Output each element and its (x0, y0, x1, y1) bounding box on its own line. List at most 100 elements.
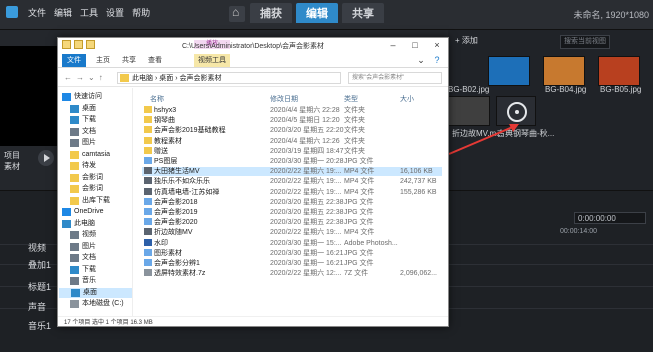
nav-item[interactable]: 下载 (70, 115, 96, 125)
file-date: 2020/2/22 星期六 12:... (270, 270, 342, 278)
nav-item[interactable]: 桌面 (70, 104, 96, 114)
ribbon-tab-home[interactable]: 主页 (92, 54, 114, 67)
nav-item-label: 会影词 (82, 173, 103, 181)
folder-icon (70, 162, 79, 170)
file-date: 2020/3/20 星期五 22:20 (270, 127, 344, 135)
file-row[interactable]: 图形素材 2020/3/30 星期一 16:21 JPG 文件 (142, 248, 442, 258)
column-header-name[interactable]: 名称 (150, 94, 164, 104)
navigation-pane: 快速访问 桌面 下载 文档 图片 camtasia 待发 会影词 会影词 出库下载 OneDrive… (58, 88, 133, 316)
status-bar: 17 个项目 选中 1 个项目 16.3 MB (58, 316, 448, 326)
home-icon[interactable] (229, 5, 245, 22)
address-bar[interactable]: 此电脑 › 桌面 › 会声会影素材 (117, 72, 341, 84)
nav-arrows: ← → ⌄ ↑ (64, 73, 103, 82)
file-row[interactable]: 赠送 2020/3/19 星期四 18:47 文件夹 (142, 146, 442, 156)
track-label-overlay[interactable]: 叠加1 (10, 258, 56, 272)
file-name: 独乐乐不如众乐乐 (154, 178, 210, 186)
close-icon[interactable]: × (426, 38, 448, 52)
new-folder-icon[interactable] (86, 40, 95, 49)
tab-edit[interactable]: 编辑 (296, 3, 338, 23)
nav-item[interactable]: OneDrive (62, 207, 104, 217)
menu-file[interactable]: 文件 (28, 6, 46, 19)
column-header-size[interactable]: 大小 (400, 94, 414, 104)
menu-help[interactable]: 帮助 (132, 6, 150, 19)
file-name: 仿真墙电墙-江苏如禅 (154, 188, 220, 196)
tab-capture[interactable]: 捕获 (250, 3, 292, 23)
menu-settings[interactable]: 设置 (106, 6, 124, 19)
nav-item[interactable]: 出库下载 (70, 196, 110, 206)
minimize-icon[interactable]: – (382, 38, 404, 52)
ribbon-tab-share[interactable]: 共享 (118, 54, 140, 67)
menu-edit[interactable]: 编辑 (54, 6, 72, 19)
breadcrumb-folder[interactable]: 会声会影素材 (179, 75, 221, 82)
nav-item[interactable]: 视频 (70, 230, 96, 240)
track-label-music[interactable]: 音乐1 (10, 319, 56, 333)
preview-clip-label[interactable]: 素材 (4, 161, 20, 172)
nav-item-label: 图片 (82, 139, 96, 146)
help-icon[interactable]: ? (426, 53, 448, 67)
up-arrow-icon[interactable]: ↑ (99, 73, 103, 82)
breadcrumb-this-pc[interactable]: 此电脑 (132, 75, 153, 82)
file-row[interactable]: 折边故随MV 2020/2/22 星期六 19:... MP4 文件 (142, 228, 442, 237)
column-header-date[interactable]: 修改日期 (270, 94, 298, 104)
nav-item[interactable]: 图片 (70, 138, 96, 148)
ribbon-tab-file[interactable]: 文件 (62, 54, 86, 67)
file-type: JPG 文件 (344, 260, 374, 267)
file-type: JPG 文件 (344, 198, 374, 206)
tab-share[interactable]: 共享 (342, 3, 384, 23)
library-add-button[interactable]: + 添加 (455, 35, 478, 46)
nav-item[interactable]: 待发 (70, 161, 96, 171)
nav-item[interactable]: 文档 (70, 253, 96, 263)
column-header-type[interactable]: 类型 (344, 94, 358, 104)
nav-item[interactable]: 图片 (70, 242, 96, 252)
recent-chevron-icon[interactable]: ⌄ (88, 73, 95, 82)
track-label-voice[interactable]: 声音 (10, 300, 56, 314)
ribbon-tab-video-tools[interactable]: 视频工具 (194, 54, 230, 67)
file-row[interactable]: 会声会影2019基础教程 2020/3/20 星期五 22:20 文件夹 (142, 126, 442, 135)
file-type: 文件夹 (344, 147, 365, 155)
file-row[interactable]: 大田猪生活MV 2020/2/22 星期六 19:... MP4 文件 16,106 … (142, 167, 442, 177)
file-row[interactable]: 独乐乐不如众乐乐 2020/2/22 星期六 19:... MP4 文件 242,73… (142, 177, 442, 186)
library-thumb[interactable] (488, 56, 530, 86)
nav-item[interactable]: 本地磁盘 (C:) (70, 299, 124, 309)
timeline-timecode[interactable]: 0:00:00:00 (574, 212, 646, 224)
track-label-video[interactable]: 视频 (10, 241, 56, 255)
file-row[interactable]: 会声会影分辨1 2020/3/30 星期一 16:21 JPG 文件 (142, 259, 442, 268)
file-row[interactable]: hshyx3 2020/4/4 星期六 22:28 文件夹 (142, 106, 442, 115)
nav-item[interactable]: 会影词 (70, 184, 103, 194)
file-row[interactable]: 透屏特效素材.7z 2020/2/22 星期六 12:... 7Z 文件 2,096,… (142, 269, 442, 278)
nav-item[interactable]: 音乐 (70, 276, 96, 286)
nav-item[interactable]: 此电脑 (62, 219, 95, 229)
explorer-search-input[interactable]: 搜索"会声会影素材" (348, 72, 442, 84)
file-row[interactable]: 钢琴曲 2020/4/5 星期日 12:20 文件夹 (142, 116, 442, 125)
file-date: 2020/3/30 星期一 15:... (270, 239, 342, 247)
file-row[interactable]: 水印 2020/3/30 星期一 15:... Adobe Photosh... (142, 238, 442, 248)
file-row[interactable]: 会声会影2019 2020/3/20 星期五 22:38 JPG 文件 (142, 208, 442, 217)
properties-icon[interactable] (74, 40, 83, 49)
file-row[interactable]: PS图层 2020/3/30 星期一 20:28 JPG 文件 (142, 157, 442, 166)
menu-tools[interactable]: 工具 (80, 6, 98, 19)
library-search-input[interactable]: 搜索当前视图 (560, 35, 610, 49)
file-row[interactable]: 教程素材 2020/4/4 星期六 12:26 文件夹 (142, 136, 442, 146)
file-row[interactable]: 会声会影2018 2020/3/20 星期五 22:38 JPG 文件 (142, 197, 442, 207)
nav-item[interactable]: camtasia (70, 150, 110, 160)
library-thumb[interactable] (598, 56, 640, 86)
library-thumb[interactable] (543, 56, 585, 86)
nav-item-label: 下载 (82, 116, 96, 123)
nav-item[interactable]: 快速访问 (62, 92, 102, 102)
back-arrow-icon[interactable]: ← (64, 73, 72, 82)
nav-item[interactable]: 下载 (70, 265, 96, 275)
file-row[interactable]: 仿真墙电墙-江苏如禅 2020/2/22 星期六 19:... MP4 文件 155,… (142, 187, 442, 197)
folder-icon[interactable] (62, 40, 71, 49)
file-row[interactable]: 会声会影2020 2020/3/20 星期五 22:38 JPG 文件 (142, 218, 442, 227)
file-date: 2020/3/20 星期五 22:38 (270, 209, 344, 216)
track-label-title[interactable]: 标题1 (10, 280, 56, 294)
ribbon-tab-view[interactable]: 查看 (144, 54, 166, 67)
nav-item[interactable]: 文档 (70, 127, 96, 137)
forward-arrow-icon[interactable]: → (76, 73, 84, 82)
breadcrumb-desktop[interactable]: 桌面 (159, 75, 173, 82)
nav-item[interactable]: 会影词 (70, 173, 103, 183)
maximize-icon[interactable]: □ (404, 38, 426, 52)
play-button[interactable] (38, 150, 54, 166)
nav-item[interactable]: 桌面 (59, 287, 132, 298)
preview-project-label[interactable]: 项目 (4, 150, 20, 161)
